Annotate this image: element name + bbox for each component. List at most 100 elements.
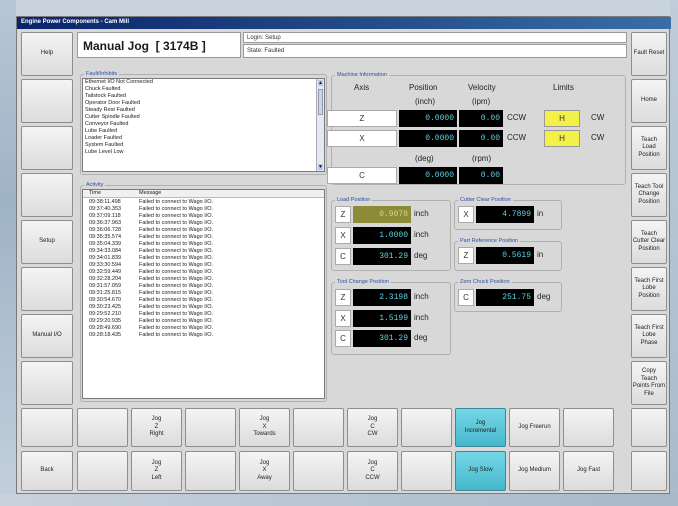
jog-freerun-button[interactable]: Jog Freerun — [509, 408, 560, 447]
jog-bot-3[interactable] — [185, 451, 236, 491]
velocity-header: Velocity — [468, 83, 496, 92]
activity-message: Failed to connect to Wago I/O. — [139, 213, 214, 219]
app-window: Engine Power Components - Cam Mill Help … — [16, 16, 671, 494]
teach-first-lobe-phase-button[interactable]: Teach First Lobe Phase — [631, 314, 667, 358]
jog-medium-button[interactable]: Jog Medium — [509, 451, 560, 491]
activity-time: 09:32:28.204 — [89, 276, 122, 282]
jog-slow-button[interactable]: Jog Slow — [455, 451, 506, 491]
z-ccw: CCW — [507, 113, 527, 122]
activity-time: 09:36:06.728 — [89, 227, 122, 233]
desktop-edge — [670, 0, 678, 506]
cutter-unit: in — [537, 209, 544, 218]
jog-c-ccw-button[interactable]: Jog C CCW — [347, 451, 398, 491]
login-label: Login: Setup — [247, 35, 281, 41]
jog-bot-1[interactable] — [77, 451, 128, 491]
jog-top-7[interactable] — [401, 408, 452, 447]
fault-item: Lube Faulted — [85, 128, 118, 134]
jog-incremental-button[interactable]: Jog Incremental — [455, 408, 506, 447]
fault-item: Chuck Faulted — [85, 86, 121, 92]
copy-teach-points-button[interactable]: Copy Teach Points From File — [631, 361, 667, 405]
z-home-limit: H — [544, 110, 580, 127]
activity-time: 09:32:59.449 — [89, 269, 122, 275]
tool-z-value: 2.3198 — [353, 289, 411, 306]
page-title-box: Manual Jog [ 3174B ] — [77, 32, 241, 58]
fault-item: Steady Rest Faulted — [85, 107, 135, 113]
right-button-9[interactable] — [631, 408, 667, 447]
x-ccw: CCW — [507, 133, 527, 142]
jog-c-cw-button[interactable]: Jog C CW — [347, 408, 398, 447]
jog-z-right-button[interactable]: Jog Z Right — [131, 408, 182, 447]
jog-bot-7[interactable] — [401, 451, 452, 491]
manual-io-button[interactable]: Manual I/O — [21, 314, 73, 358]
left-button-2[interactable] — [21, 79, 73, 123]
x-cw: CW — [591, 133, 605, 142]
jog-x-towards-button[interactable]: Jog X Towards — [239, 408, 290, 447]
position-header: Position — [409, 83, 438, 92]
fault-reset-button[interactable]: Fault Reset — [631, 32, 667, 76]
back-button[interactable]: Back — [21, 451, 73, 491]
load-c-value: 301.29 — [353, 248, 411, 265]
left-button-9[interactable] — [21, 408, 73, 447]
activity-time: 09:34:33.084 — [89, 248, 122, 254]
activity-message: Failed to connect to Wago I/O. — [139, 248, 214, 254]
tool-c-label: C — [335, 330, 351, 347]
right-button-10[interactable] — [631, 451, 667, 491]
fault-list[interactable]: Ethernet I/O Not Connected Chuck Faulted… — [82, 78, 325, 172]
teach-load-position-button[interactable]: Teach Load Position — [631, 126, 667, 170]
login-box: Login: Setup — [243, 32, 627, 43]
home-button[interactable]: Home — [631, 79, 667, 123]
z-position: 0.0000 — [399, 110, 457, 127]
cutter-x-value: 4.7899 — [476, 206, 534, 223]
desktop-edge — [0, 0, 16, 506]
left-button-4[interactable] — [21, 173, 73, 217]
fault-item: Lube Level Low — [85, 149, 124, 155]
fault-item: Cutter Spindle Faulted — [85, 114, 140, 120]
fault-item: System Faulted — [85, 142, 124, 148]
jog-bot-5[interactable] — [293, 451, 344, 491]
jog-top-11[interactable] — [563, 408, 614, 447]
activity-header: Time Message — [83, 190, 324, 198]
scroll-thumb[interactable] — [318, 89, 323, 115]
jog-top-1[interactable] — [77, 408, 128, 447]
scroll-up-icon[interactable]: ▲ — [318, 80, 323, 86]
axis-x: X — [327, 130, 397, 147]
jog-top-5[interactable] — [293, 408, 344, 447]
activity-time: 09:37:09.118 — [89, 213, 121, 219]
tool-x-unit: inch — [414, 313, 429, 322]
setup-button[interactable]: Setup — [21, 220, 73, 264]
left-button-8[interactable] — [21, 361, 73, 405]
teach-tool-change-button[interactable]: Teach Tool Change Position — [631, 173, 667, 217]
activity-list[interactable]: Time Message 09:38:11.498 Failed to conne… — [82, 189, 325, 399]
fault-item: Loader Faulted — [85, 135, 122, 141]
load-z-unit: inch — [414, 209, 429, 218]
z-cw: CW — [591, 113, 605, 122]
teach-first-lobe-position-button[interactable]: Teach First Lobe Position — [631, 267, 667, 311]
axis-header: Axis — [354, 83, 370, 92]
col-time: Time — [89, 190, 102, 196]
scroll-down-icon[interactable]: ▼ — [318, 164, 323, 170]
fault-scrollbar[interactable]: ▲ ▼ — [316, 79, 324, 171]
jog-top-3[interactable] — [185, 408, 236, 447]
load-x-unit: inch — [414, 230, 429, 239]
jog-z-left-button[interactable]: Jog Z Left — [131, 451, 182, 491]
teach-cutter-clear-button[interactable]: Teach Cutter Clear Position — [631, 220, 667, 264]
activity-message: Failed to connect to Wago I/O. — [139, 276, 214, 282]
left-button-6[interactable] — [21, 267, 73, 311]
activity-message: Failed to connect to Wago I/O. — [139, 290, 214, 296]
limits-header: Limits — [553, 83, 574, 92]
help-button[interactable]: Help — [21, 32, 73, 76]
left-button-3[interactable] — [21, 126, 73, 170]
tool-change-title: Tool Change Position — [335, 279, 391, 285]
activity-message: Failed to connect to Wago I/O. — [139, 283, 214, 289]
jog-x-away-button[interactable]: Jog X Away — [239, 451, 290, 491]
activity-time: 09:29:20.935 — [89, 318, 122, 324]
tool-c-unit: deg — [414, 333, 428, 342]
x-velocity: 0.00 — [459, 130, 503, 147]
activity-time: 09:37:40.353 — [89, 206, 122, 212]
zerochuck-c-value: 251.75 — [476, 289, 534, 306]
activity-message: Failed to connect to Wago I/O. — [139, 255, 214, 261]
activity-message: Failed to connect to Wago I/O. — [139, 241, 214, 247]
tool-x-label: X — [335, 310, 351, 327]
jog-fast-button[interactable]: Jog Fast — [563, 451, 614, 491]
load-c-unit: deg — [414, 251, 428, 260]
